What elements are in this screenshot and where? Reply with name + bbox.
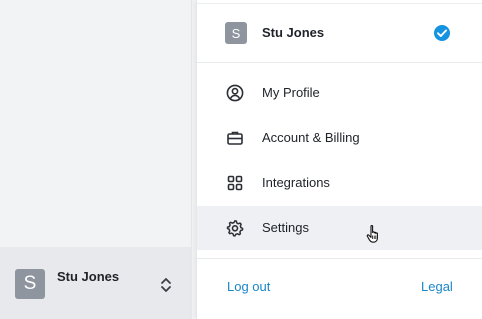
account-menu: S Stu Jones My Profile Account & Billing <box>196 0 482 319</box>
log-out-link[interactable]: Log out <box>227 279 270 294</box>
menu-item-label: Integrations <box>262 175 330 190</box>
divider <box>197 258 482 259</box>
menu-item-account-billing[interactable]: Account & Billing <box>197 116 482 160</box>
avatar: S <box>225 22 247 44</box>
current-account-name: Stu Jones <box>262 25 325 40</box>
chevron-up-down-icon[interactable] <box>159 276 173 294</box>
menu-item-integrations[interactable]: Integrations <box>197 161 482 205</box>
gear-icon <box>226 220 244 237</box>
legal-link[interactable]: Legal <box>421 279 453 294</box>
check-circle-icon <box>434 25 450 41</box>
account-name: Stu Jones <box>57 269 120 284</box>
menu-item-settings[interactable]: Settings <box>197 206 482 250</box>
menu-item-my-profile[interactable]: My Profile <box>197 71 482 115</box>
menu-item-label: Account & Billing <box>262 130 360 145</box>
avatar: S <box>15 269 45 299</box>
divider <box>197 62 482 63</box>
menu-item-label: My Profile <box>262 85 320 100</box>
briefcase-icon <box>227 131 243 145</box>
menu-item-label: Settings <box>262 220 309 235</box>
current-account-row[interactable]: S Stu Jones <box>197 5 482 61</box>
user-circle-icon <box>226 84 244 102</box>
grid-icon <box>227 175 243 191</box>
menu-top-edge <box>197 0 482 4</box>
